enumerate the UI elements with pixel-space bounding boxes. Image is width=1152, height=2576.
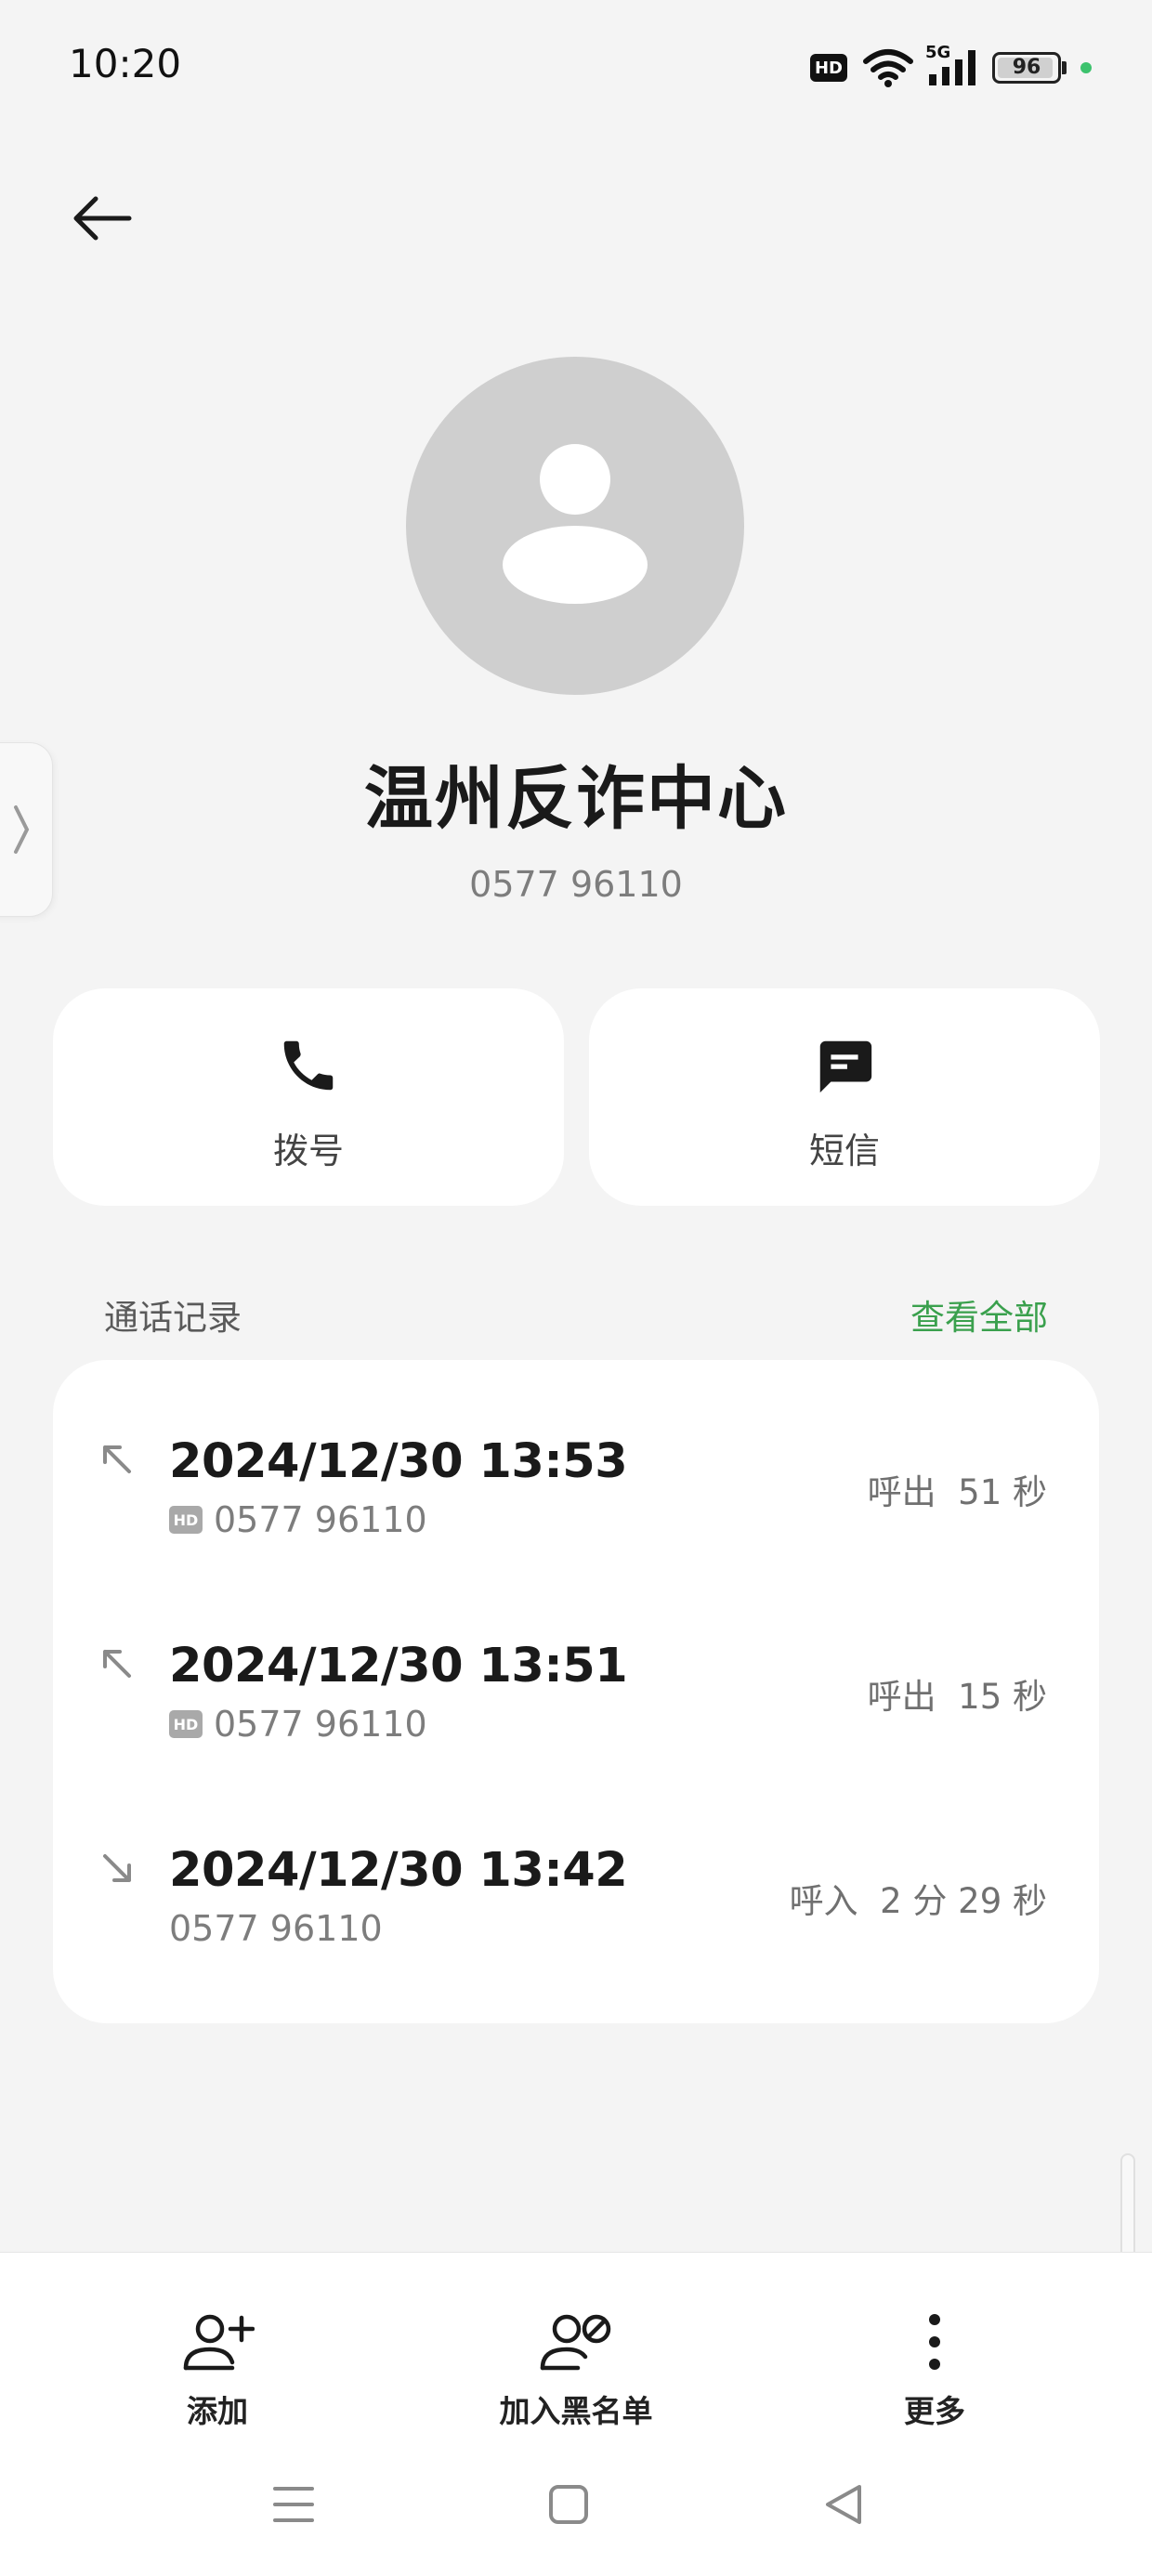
block-number-button[interactable]: 加入黑名单	[427, 2290, 725, 2431]
nav-recents-button[interactable]	[256, 2467, 331, 2542]
call-type-duration: 呼入 2 分 29 秒	[790, 1873, 1047, 1923]
menu-lines-icon	[273, 2487, 314, 2522]
call-log-row[interactable]: 2024/12/30 13:51 HD 0577 96110 呼出 15 秒	[53, 1564, 1099, 1769]
block-number-label: 加入黑名单	[499, 2393, 653, 2429]
contact-name: 温州反诈中心	[364, 759, 788, 839]
more-button[interactable]: 更多	[786, 2290, 1083, 2431]
block-person-icon	[540, 2314, 611, 2371]
wifi-icon	[863, 49, 913, 87]
contact-avatar	[406, 357, 744, 695]
view-all-link[interactable]: 查看全部	[910, 1289, 1048, 1340]
call-number: 0577 96110	[214, 1499, 427, 1540]
call-type-duration: 呼出 51 秒	[868, 1464, 1047, 1514]
privacy-indicator-dot	[1080, 62, 1092, 73]
call-type-duration: 呼出 15 秒	[868, 1668, 1047, 1719]
more-vertical-icon	[929, 2314, 940, 2370]
nav-back-button[interactable]	[806, 2467, 881, 2542]
call-type: 呼出	[867, 1677, 936, 1717]
call-button[interactable]: 拨号	[53, 988, 564, 1206]
call-duration: 15 秒	[958, 1677, 1047, 1717]
call-number: 0577 96110	[169, 1908, 383, 1949]
call-log-row[interactable]: 2024/12/30 13:53 HD 0577 96110 呼出 51 秒	[53, 1360, 1099, 1564]
call-type: 呼入	[789, 1881, 858, 1921]
call-datetime: 2024/12/30 13:53	[169, 1434, 628, 1489]
call-log-row[interactable]: 2024/12/30 13:42 0577 96110 呼入 2 分 29 秒	[53, 1769, 1099, 1973]
person-silhouette-icon	[503, 444, 648, 604]
call-duration: 51 秒	[958, 1472, 1047, 1512]
battery-tip	[1062, 61, 1067, 74]
call-datetime: 2024/12/30 13:42	[169, 1843, 628, 1898]
message-icon	[819, 1040, 872, 1093]
more-label: 更多	[904, 2393, 965, 2429]
back-button[interactable]	[65, 186, 139, 251]
square-home-icon	[549, 2485, 588, 2524]
call-datetime: 2024/12/30 13:51	[169, 1639, 628, 1693]
nav-home-button[interactable]	[531, 2467, 606, 2542]
hd-voice-icon: HD	[810, 54, 847, 82]
call-duration: 2 分 29 秒	[880, 1881, 1047, 1921]
call-history-list: 2024/12/30 13:53 HD 0577 96110 呼出 51 秒 2…	[53, 1360, 1099, 2023]
hd-call-icon: HD	[169, 1506, 203, 1534]
contact-number: 0577 96110	[469, 864, 683, 905]
call-history-heading: 通话记录	[104, 1298, 242, 1338]
battery-icon: 96	[992, 52, 1061, 84]
sms-button[interactable]: 短信	[589, 988, 1100, 1206]
arrow-left-icon	[73, 196, 132, 241]
add-contact-button[interactable]: 添加	[69, 2290, 366, 2431]
triangle-back-icon	[826, 2485, 861, 2524]
sms-button-label: 短信	[808, 1131, 880, 1171]
call-type: 呼出	[867, 1472, 936, 1512]
outgoing-call-icon	[103, 1445, 131, 1473]
call-button-label: 拨号	[272, 1131, 344, 1171]
add-contact-label: 添加	[187, 2393, 248, 2429]
status-time: 10:20	[69, 41, 182, 86]
battery-level: 96	[1012, 56, 1041, 79]
incoming-call-icon	[103, 1854, 131, 1882]
outgoing-call-icon	[103, 1650, 131, 1678]
hd-call-icon: HD	[169, 1710, 203, 1738]
phone-icon	[283, 1040, 334, 1091]
add-person-icon	[183, 2314, 255, 2371]
call-number: 0577 96110	[214, 1704, 427, 1745]
